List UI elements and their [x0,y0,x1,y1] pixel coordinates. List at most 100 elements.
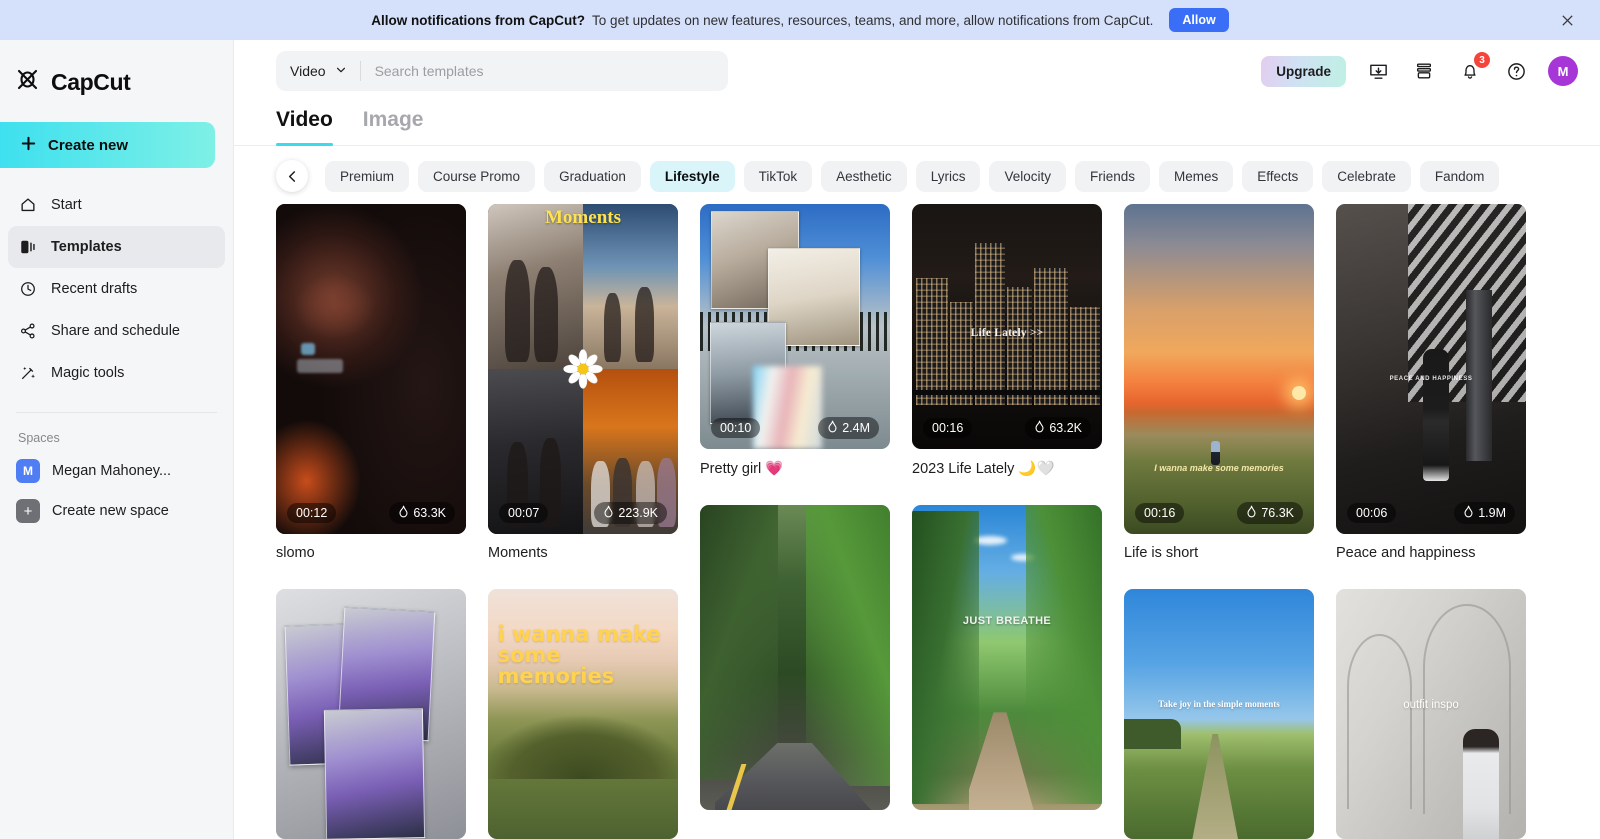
chip-memes[interactable]: Memes [1159,160,1234,192]
topbar: Video Upgrade [234,40,1600,102]
chip-lyrics[interactable]: Lyrics [915,160,981,192]
thumbnail-meta: 00:16 76.3K [1124,492,1314,534]
template-thumbnail[interactable]: i wanna make some memories [488,589,678,839]
flame-icon [603,505,614,521]
sidebar-item-templates[interactable]: Templates [8,226,225,268]
chip-effects[interactable]: Effects [1242,160,1314,192]
template-thumbnail[interactable]: 00:10 2.4M [700,204,890,449]
chip-graduation[interactable]: Graduation [544,160,641,192]
template-thumbnail[interactable] [700,505,890,810]
template-card[interactable] [276,589,466,839]
tab-video[interactable]: Video [276,108,333,146]
sidebar-item-magic-tools[interactable]: Magic tools [8,352,225,394]
chip-velocity[interactable]: Velocity [989,160,1066,192]
building-shape [915,277,949,406]
duration-badge: 00:07 [499,503,549,523]
template-thumbnail[interactable]: PEACE AND HAPPINESS 00:06 1.9M [1336,204,1526,534]
grid-column: Moments 00:07 223.9K Moments i wanna mak… [488,204,678,839]
chip-friends[interactable]: Friends [1074,160,1150,192]
template-thumbnail[interactable]: Moments 00:07 223.9K [488,204,678,534]
sidebar-item-start[interactable]: Start [8,184,225,226]
template-title: Pretty girl 💗 [700,461,784,477]
help-circle-icon[interactable] [1502,57,1530,85]
main-content: Video Upgrade [234,40,1600,839]
chip-fandom[interactable]: Fandom [1419,160,1500,192]
usage-count: 63.3K [413,506,446,520]
template-card[interactable]: i wanna make some memories [488,589,678,839]
template-thumbnail[interactable]: JUST BREATHE [912,505,1102,810]
grid-column: 00:12 63.3K slomo [276,204,466,839]
template-card[interactable]: PEACE AND HAPPINESS 00:06 1.9M Peace and… [1336,204,1526,561]
template-card[interactable]: I wanna make some memories 00:16 76.3K L… [1124,204,1314,561]
avatar[interactable]: M [1548,56,1578,86]
template-title: Life is short [1124,545,1199,561]
template-card[interactable]: JUST BREATHE [912,505,1102,810]
sidebar-item-label: Share and schedule [51,323,180,339]
sticker-decoration [296,359,343,374]
templates-grid: 00:12 63.3K slomo Moments 00:07 223.9K M… [276,204,1578,839]
overlay-text: Take joy in the simple moments [1158,699,1280,709]
hill-shape [1124,719,1181,749]
chevron-down-icon [335,63,347,79]
template-card[interactable]: outfit inspo [1336,589,1526,839]
share-icon [18,321,38,341]
thumbnail-meta: 00:06 1.9M [1336,492,1526,534]
template-card[interactable]: Take joy in the simple moments [1124,589,1314,839]
flame-icon [1463,505,1474,521]
collage-tile [324,708,426,839]
thumbnail-art-memories: i wanna make some memories [488,589,678,839]
search-type-dropdown[interactable]: Video [290,63,360,79]
spaces-label: Spaces [18,431,60,445]
capcut-logo-icon [16,69,42,96]
hill-shape [488,699,678,779]
sticker-decoration [300,342,315,355]
template-card[interactable]: Life Lately >> 00:16 63.2K 2023 Life Lat… [912,204,1102,477]
archive-box-icon[interactable] [1410,57,1438,85]
bell-icon[interactable]: 3 [1456,52,1490,85]
chip-aesthetic[interactable]: Aesthetic [821,160,907,192]
template-thumbnail[interactable]: I wanna make some memories 00:16 76.3K [1124,204,1314,534]
template-thumbnail[interactable] [276,589,466,839]
duration-badge: 00:16 [923,418,973,438]
chip-lifestyle[interactable]: Lifestyle [649,160,735,192]
chevron-left-icon[interactable] [276,160,308,192]
template-thumbnail[interactable]: outfit inspo [1336,589,1526,839]
create-new-button[interactable]: Create new [0,122,215,168]
template-card[interactable]: Moments 00:07 223.9K Moments [488,204,678,561]
person-figure [1463,729,1500,839]
create-new-space-button[interactable]: + Create new space [0,491,233,531]
category-chips: Premium Course Promo Graduation Lifestyl… [234,146,1600,204]
upgrade-button[interactable]: Upgrade [1261,55,1346,87]
template-card[interactable]: 00:12 63.3K slomo [276,204,466,561]
overlay-text: i wanna make some memories [497,622,661,688]
sidebar-item-recent-drafts[interactable]: Recent drafts [8,268,225,310]
thumbnail-art-gym: PEACE AND HAPPINESS [1336,204,1526,534]
space-avatar: M [16,459,40,483]
template-thumbnail[interactable]: Life Lately >> 00:16 63.2K [912,204,1102,449]
chip-premium[interactable]: Premium [325,160,410,192]
template-thumbnail[interactable]: 00:12 63.3K [276,204,466,534]
duration-badge: 00:06 [1347,503,1397,523]
close-icon[interactable] [1556,9,1578,31]
brand-logo[interactable]: CapCut [0,58,233,106]
flame-icon [1034,420,1045,436]
tab-image[interactable]: Image [363,108,424,145]
notification-banner: Allow notifications from CapCut? To get … [0,0,1600,40]
chip-course-promo[interactable]: Course Promo [418,160,536,192]
chip-celebrate[interactable]: Celebrate [1322,160,1411,192]
template-card[interactable] [700,505,890,810]
allow-notifications-button[interactable]: Allow [1169,8,1229,32]
template-title: 2023 Life Lately 🌙🤍 [912,461,1055,477]
search-input[interactable] [360,63,714,79]
usage-badge: 76.3K [1237,502,1303,524]
sidebar-item-share-and-schedule[interactable]: Share and schedule [8,310,225,352]
thumbnail-art-forest-road [700,505,890,810]
space-item-megan-mahoney[interactable]: M Megan Mahoney... [0,451,233,491]
download-desktop-icon[interactable] [1364,57,1392,85]
template-card[interactable]: 00:10 2.4M Pretty girl 💗 [700,204,890,477]
thumbnail-meta: 00:10 2.4M [700,407,890,449]
template-thumbnail[interactable]: Take joy in the simple moments [1124,589,1314,839]
chip-tiktok[interactable]: TikTok [743,160,813,192]
banner-title: Allow notifications from CapCut? [371,12,586,28]
person-figure [1423,349,1450,482]
